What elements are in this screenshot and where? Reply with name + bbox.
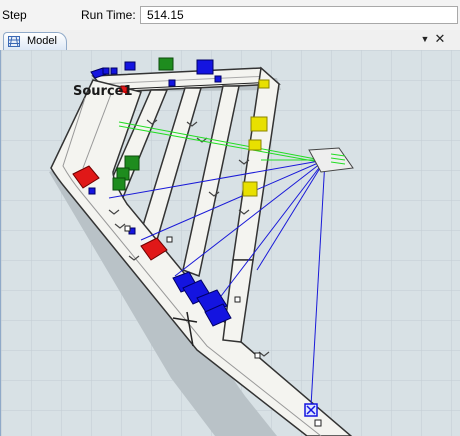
run-time-field: 514.15 <box>140 6 458 24</box>
sink-marker[interactable] <box>304 403 318 417</box>
model-scene[interactable] <box>1 50 460 436</box>
toolbar: Step Run Time: 514.15 <box>0 0 460 31</box>
chevron-down-icon[interactable]: ▼ <box>419 32 431 46</box>
tab-model-label: Model <box>27 35 57 47</box>
tab-model[interactable]: Model <box>3 32 67 50</box>
grid-icon <box>8 36 20 47</box>
tab-strip: Model <box>0 30 460 51</box>
source-label[interactable]: Source1 <box>73 84 133 99</box>
close-icon[interactable]: ✕ <box>434 31 446 47</box>
run-time-label: Run Time: <box>81 8 136 22</box>
model-viewport[interactable]: Source1 <box>0 50 460 436</box>
step-button[interactable]: Step <box>2 8 27 22</box>
